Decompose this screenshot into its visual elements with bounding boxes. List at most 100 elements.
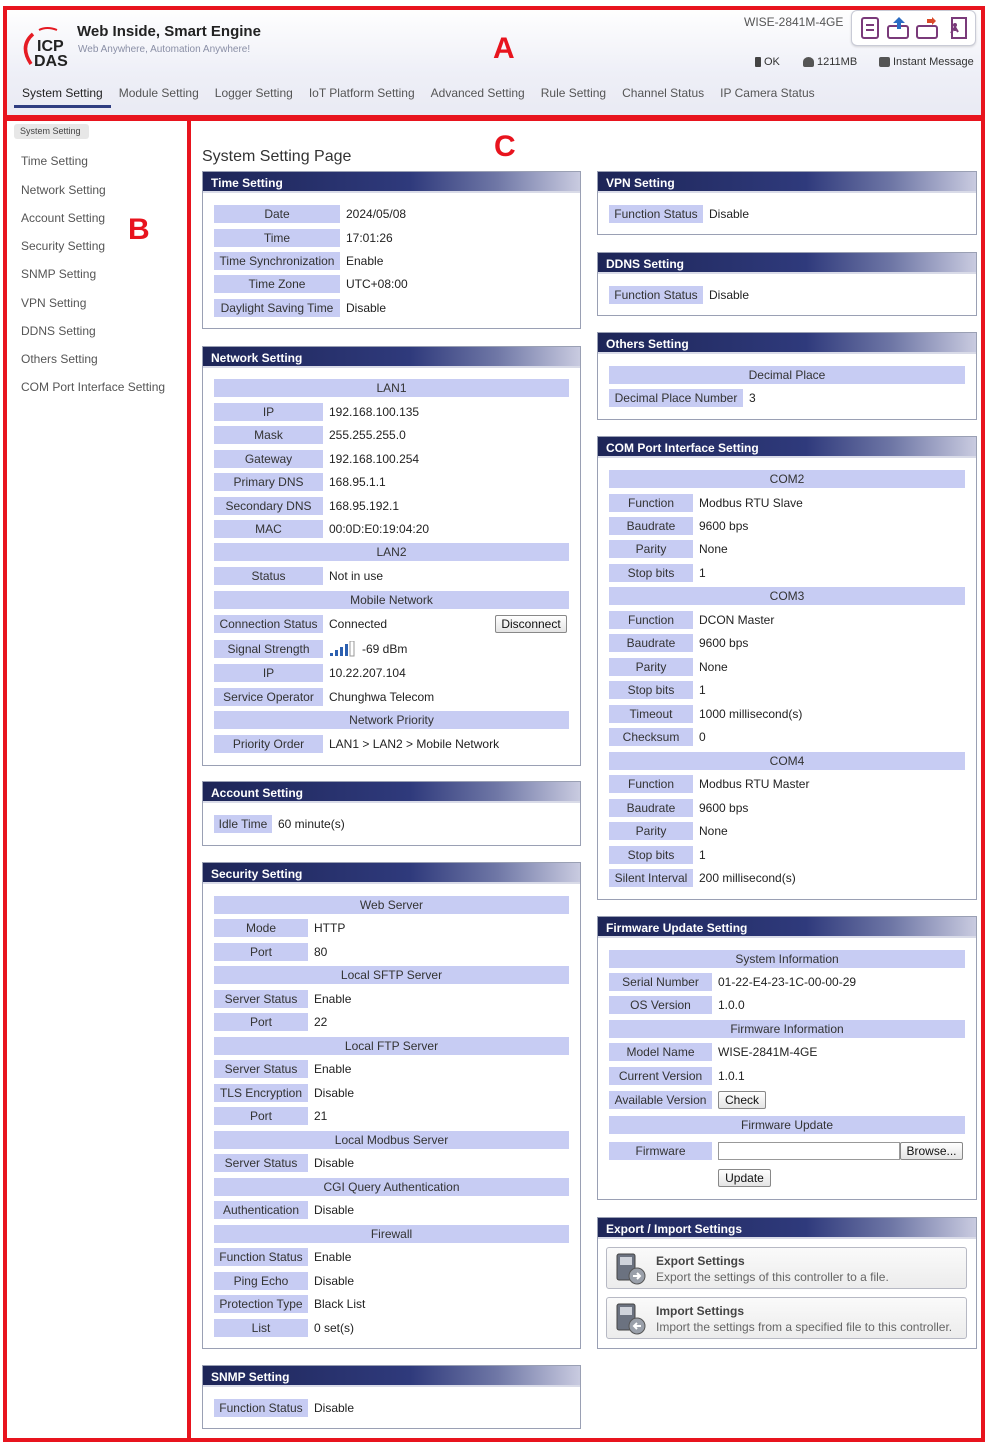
com3-stopbits-row: Stop bits 1 bbox=[609, 681, 706, 699]
export-description: Export the settings of this controller t… bbox=[656, 1270, 889, 1284]
firmware-file-input[interactable] bbox=[718, 1142, 900, 1160]
check-button[interactable]: Check bbox=[718, 1091, 766, 1109]
time-sync-row: Time Synchronization Enable bbox=[214, 252, 383, 270]
section-firewall: Firewall bbox=[214, 1225, 569, 1243]
com4-parity-row: Parity None bbox=[609, 822, 728, 840]
tab-rule-setting[interactable]: Rule Setting bbox=[533, 78, 614, 108]
instant-message[interactable]: Instant Message bbox=[879, 56, 974, 68]
ping-echo-row: Ping Echo Disable bbox=[214, 1272, 354, 1290]
import-description: Import the settings from a specified fil… bbox=[656, 1320, 953, 1334]
mac-row: MAC 00:0D:E0:19:04:20 bbox=[214, 520, 429, 538]
signal-strength-row: Signal Strength -69 dBm bbox=[214, 640, 407, 658]
import-title: Import Settings bbox=[656, 1304, 745, 1318]
section-web-server: Web Server bbox=[214, 896, 569, 914]
section-lan2: LAN2 bbox=[214, 543, 569, 561]
brand-subtitle: Web Anywhere, Automation Anywhere! bbox=[78, 44, 251, 55]
sidebar-item-snmp[interactable]: SNMP Setting bbox=[21, 267, 96, 281]
panel-title: Security Setting bbox=[203, 863, 580, 884]
tab-module-setting[interactable]: Module Setting bbox=[111, 78, 207, 108]
sidebar-item-security[interactable]: Security Setting bbox=[21, 239, 105, 253]
page-title: System Setting Page bbox=[202, 148, 352, 165]
snmp-function-row: Function Status Disable bbox=[214, 1399, 354, 1417]
panel-title: Export / Import Settings bbox=[598, 1218, 976, 1239]
device-model: WISE-2841M-4GE bbox=[744, 15, 844, 29]
battery-icon bbox=[755, 57, 761, 67]
sidebar-item-ddns[interactable]: DDNS Setting bbox=[21, 324, 96, 338]
disconnect-button[interactable]: Disconnect bbox=[495, 615, 567, 633]
brand-title: Web Inside, Smart Engine bbox=[77, 23, 261, 40]
com4-function-row: Function Modbus RTU Master bbox=[609, 775, 809, 793]
vpn-function-row: Function Status Disable bbox=[609, 205, 749, 223]
snmp-setting-panel: SNMP Setting bbox=[202, 1365, 581, 1429]
status-ok: OK bbox=[755, 56, 780, 68]
upload-icon[interactable] bbox=[887, 15, 911, 41]
gateway-row: Gateway 192.168.100.254 bbox=[214, 450, 419, 468]
tab-advanced-setting[interactable]: Advanced Setting bbox=[423, 78, 533, 108]
ftp-status-row: Server Status Enable bbox=[214, 1060, 351, 1078]
idle-time-row: Idle Time 60 minute(s) bbox=[214, 815, 345, 833]
com3-parity-row: Parity None bbox=[609, 658, 728, 676]
document-icon[interactable] bbox=[858, 15, 882, 41]
protection-type-row: Protection Type Black List bbox=[214, 1295, 365, 1313]
update-button[interactable]: Update bbox=[718, 1169, 771, 1187]
decimal-place-row: Decimal Place Number 3 bbox=[609, 389, 756, 407]
serial-number-row: Serial Number 01-22-E4-23-1C-00-00-29 bbox=[609, 973, 856, 991]
ddns-function-row: Function Status Disable bbox=[609, 286, 749, 304]
section-network-priority: Network Priority bbox=[214, 711, 569, 729]
logout-icon[interactable] bbox=[945, 15, 969, 41]
firmware-file-row: Firmware bbox=[609, 1142, 712, 1160]
section-local-modbus: Local Modbus Server bbox=[214, 1131, 569, 1149]
vpn-setting-panel: VPN Setting bbox=[597, 171, 977, 235]
panel-title: Time Setting bbox=[203, 172, 580, 193]
logo-bottom: DAS bbox=[34, 53, 68, 68]
mask-row: Mask 255.255.255.0 bbox=[214, 426, 406, 444]
sidebar-item-network[interactable]: Network Setting bbox=[21, 183, 106, 197]
tls-row: TLS Encryption Disable bbox=[214, 1084, 354, 1102]
sidebar-item-time[interactable]: Time Setting bbox=[21, 154, 88, 168]
com2-baudrate-row: Baudrate 9600 bps bbox=[609, 517, 748, 535]
sftp-port-row: Port 22 bbox=[214, 1013, 327, 1031]
signal-bars-icon bbox=[330, 641, 355, 657]
section-local-ftp: Local FTP Server bbox=[214, 1037, 569, 1055]
web-port-row: Port 80 bbox=[214, 943, 327, 961]
os-version-row: OS Version 1.0.0 bbox=[609, 996, 745, 1014]
section-com2: COM2 bbox=[609, 470, 965, 488]
connection-status-row: Connection Status Connected bbox=[214, 615, 387, 633]
section-cgi-auth: CGI Query Authentication bbox=[214, 1178, 569, 1196]
section-lan1: LAN1 bbox=[214, 379, 569, 397]
tab-system-setting[interactable]: System Setting bbox=[14, 78, 111, 108]
section-local-sftp: Local SFTP Server bbox=[214, 966, 569, 984]
sidebar-item-others[interactable]: Others Setting bbox=[21, 352, 98, 366]
tab-iot-platform-setting[interactable]: IoT Platform Setting bbox=[301, 78, 423, 108]
com3-function-row: Function DCON Master bbox=[609, 611, 774, 629]
com2-parity-row: Parity None bbox=[609, 540, 728, 558]
time-zone-row: Time Zone UTC+08:00 bbox=[214, 275, 408, 293]
tab-channel-status[interactable]: Channel Status bbox=[614, 78, 712, 108]
ftp-port-row: Port 21 bbox=[214, 1107, 327, 1125]
import-settings-button[interactable]: Import Settings Import the settings from… bbox=[606, 1297, 967, 1339]
section-decimal-place: Decimal Place bbox=[609, 366, 965, 384]
tab-logger-setting[interactable]: Logger Setting bbox=[207, 78, 301, 108]
sidebar-item-vpn[interactable]: VPN Setting bbox=[21, 296, 86, 310]
com2-function-row: Function Modbus RTU Slave bbox=[609, 494, 803, 512]
time-row: Time 17:01:26 bbox=[214, 229, 393, 247]
lan2-status-row: Status Not in use bbox=[214, 567, 383, 585]
region-label-c: C bbox=[494, 130, 516, 163]
message-icon bbox=[879, 57, 890, 67]
com3-checksum-row: Checksum 0 bbox=[609, 728, 706, 746]
section-com4: COM4 bbox=[609, 752, 965, 770]
export-settings-button[interactable]: Export Settings Export the settings of t… bbox=[606, 1247, 967, 1289]
download-icon[interactable] bbox=[915, 15, 940, 41]
panel-title: COM Port Interface Setting bbox=[598, 437, 976, 458]
com4-baudrate-row: Baudrate 9600 bps bbox=[609, 799, 748, 817]
section-system-information: System Information bbox=[609, 950, 965, 968]
region-label-a: A bbox=[493, 32, 515, 65]
sidebar-item-com-port[interactable]: COM Port Interface Setting bbox=[21, 380, 165, 394]
icpdas-logo: ICP DAS bbox=[23, 27, 68, 68]
browse-button[interactable]: Browse... bbox=[900, 1142, 963, 1160]
sidebar-item-account[interactable]: Account Setting bbox=[21, 211, 105, 225]
section-com3: COM3 bbox=[609, 587, 965, 605]
tab-ip-camera-status[interactable]: IP Camera Status bbox=[712, 78, 823, 108]
model-name-row: Model Name WISE-2841M-4GE bbox=[609, 1043, 817, 1061]
priority-order-row: Priority Order LAN1 > LAN2 > Mobile Netwo… bbox=[214, 735, 499, 753]
